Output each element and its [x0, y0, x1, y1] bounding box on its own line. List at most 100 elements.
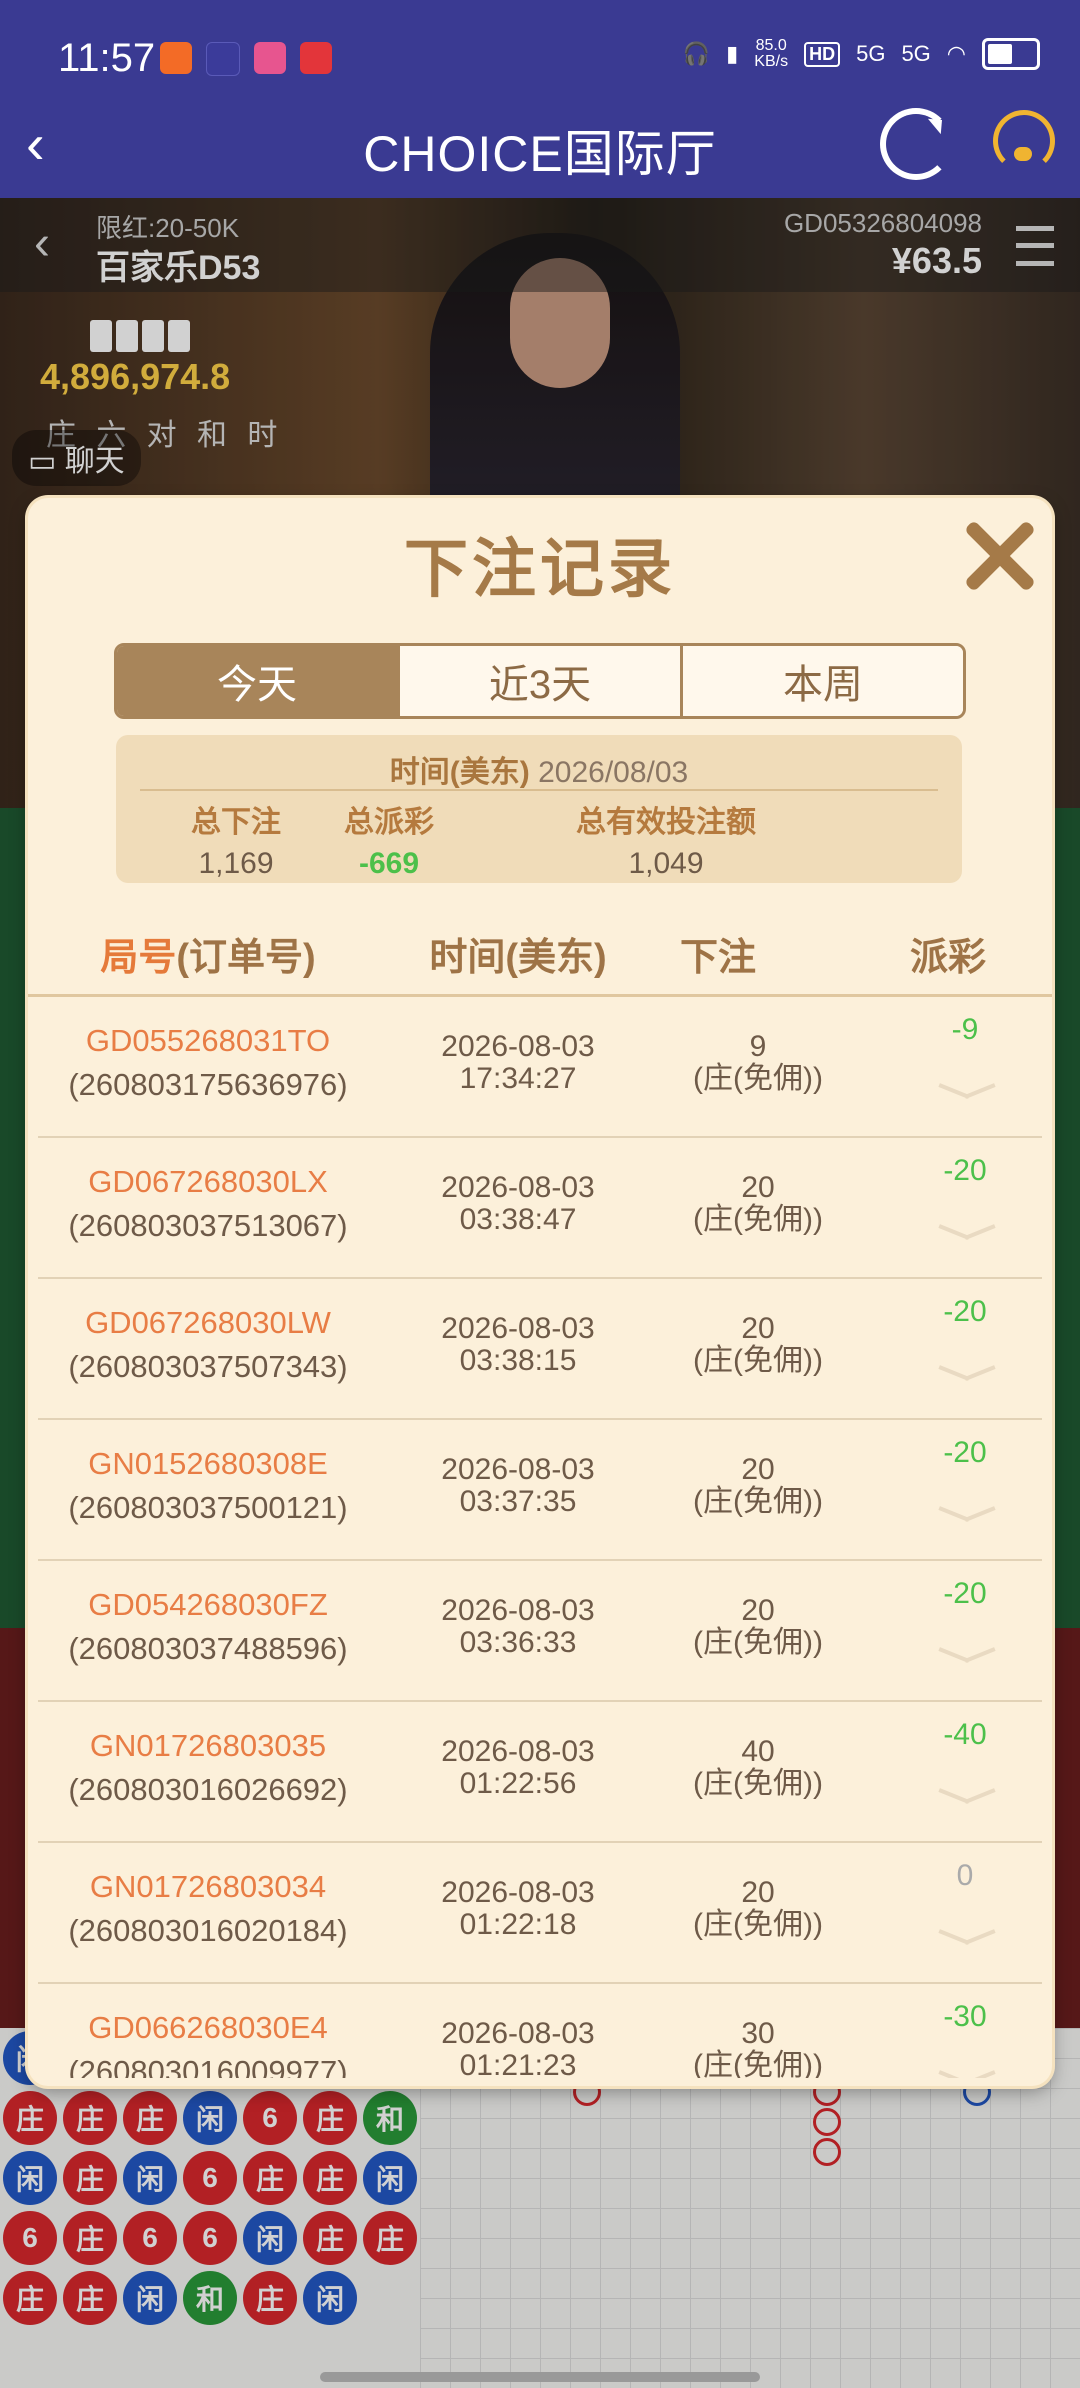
- game-number: GN01726803034: [89, 1869, 327, 1904]
- vibrate-icon: ▮: [726, 41, 739, 66]
- status-time: 11:57: [58, 36, 156, 80]
- chevron-down-icon[interactable]: [938, 2068, 994, 2078]
- bet-type: (庄(免佣)): [693, 2049, 823, 2079]
- bet-amount: 9: [749, 1030, 767, 1063]
- payout-value: -30: [943, 2000, 987, 2033]
- table-row[interactable]: GD054268030FZ (260803037488596) 2026-08-03…: [38, 1561, 1042, 1702]
- table-row[interactable]: GD066268030E4 (260803016009977) 2026-08-03…: [38, 1984, 1042, 2078]
- tab-last-3-days[interactable]: 近3天: [397, 646, 680, 716]
- app-notification-icon: [300, 42, 332, 74]
- payout-value: 0: [956, 1859, 974, 1892]
- bet-amount: 20: [741, 1876, 775, 1909]
- summary-date: 时间(美东) 2026/08/03: [389, 756, 689, 789]
- bet-cell: 20 (庄(免佣)): [608, 1313, 908, 1377]
- game-number: GD055268031TO: [85, 1023, 331, 1058]
- tab-today[interactable]: 今天: [117, 646, 397, 716]
- tab-this-week[interactable]: 本周: [680, 646, 963, 716]
- refresh-icon[interactable]: [880, 108, 952, 180]
- round-cell: GD067268030LW (260803037507343): [38, 1305, 378, 1385]
- bet-cell: 20 (庄(免佣)): [608, 1454, 908, 1518]
- payout-value: -20: [943, 1295, 987, 1328]
- hd-icon: HD: [804, 41, 841, 67]
- column-bet: 下注: [679, 937, 756, 979]
- headset-icon[interactable]: [993, 110, 1055, 172]
- table-header: 局号(订单号) 时间(美东) 下注 派彩: [28, 908, 1052, 997]
- order-number: (260803037513067): [68, 1208, 348, 1243]
- notification-icons: [160, 42, 332, 76]
- round-cell: GN01726803034 (260803016020184): [38, 1869, 378, 1949]
- payout-value: -20: [943, 1577, 987, 1610]
- table-row[interactable]: GD067268030LX (260803037513067) 2026-08-03…: [38, 1138, 1042, 1279]
- order-number: (260803037500121): [68, 1490, 348, 1525]
- game-number: GN01726803035: [89, 1728, 327, 1763]
- bet-type: (庄(免佣)): [693, 1203, 823, 1236]
- bet-amount: 20: [741, 1312, 775, 1345]
- chevron-down-icon[interactable]: [938, 1504, 994, 1526]
- modal-title: 下注记录: [404, 533, 676, 605]
- battery-icon: [982, 38, 1040, 70]
- round-cell: GD066268030E4 (260803016009977): [38, 2010, 378, 2078]
- bet-cell: 20 (庄(免佣)): [608, 1172, 908, 1236]
- total-payout: 总派彩 -669: [344, 806, 434, 880]
- divider: [140, 789, 938, 791]
- bet-type: (庄(免佣)): [693, 1767, 823, 1800]
- total-valid-bet: 总有效投注额 1,049: [576, 806, 756, 880]
- status-indicators: 🎧 ▮ 85.0 KB/s HD 5G 5G ◠: [683, 38, 1040, 70]
- round-cell: GD054268030FZ (260803037488596): [38, 1587, 378, 1667]
- order-number: (260803016020184): [68, 1913, 348, 1948]
- net-speed: 85.0 KB/s: [754, 37, 789, 70]
- signal-5g-icon: 5G: [901, 41, 931, 66]
- bet-amount: 20: [741, 1453, 775, 1486]
- table-row[interactable]: GD067268030LW (260803037507343) 2026-08-03…: [38, 1279, 1042, 1420]
- chevron-down-icon[interactable]: [938, 1786, 994, 1808]
- payout-value: -20: [943, 1436, 987, 1469]
- table-row[interactable]: GN0152680308E (260803037500121) 2026-08-03…: [38, 1420, 1042, 1561]
- chevron-down-icon[interactable]: [938, 1081, 994, 1103]
- table-row[interactable]: GN01726803035 (260803016026692) 2026-08-03…: [38, 1702, 1042, 1843]
- payout-value: -40: [943, 1718, 987, 1751]
- app-notification-icon: [160, 42, 192, 74]
- round-cell: GD067268030LX (260803037513067): [38, 1164, 378, 1244]
- bet-cell: 9 (庄(免佣)): [608, 1031, 908, 1095]
- game-number: GD066268030E4: [88, 2010, 328, 2045]
- game-number: GD067268030LX: [88, 1164, 328, 1199]
- payout-value: -9: [951, 1013, 979, 1046]
- order-number: (260803037488596): [68, 1631, 348, 1666]
- bet-cell: 20 (庄(免佣)): [608, 1595, 908, 1659]
- order-number: (260803016026692): [68, 1772, 348, 1807]
- table-row[interactable]: GN01726803034 (260803016020184) 2026-08-03…: [38, 1843, 1042, 1984]
- column-round: 局号(订单号): [100, 937, 316, 979]
- round-cell: GD055268031TO (260803175636976): [38, 1023, 378, 1103]
- bet-cell: 40 (庄(免佣)): [608, 1736, 908, 1800]
- bet-amount: 40: [741, 1735, 775, 1768]
- bet-amount: 20: [741, 1171, 775, 1204]
- game-number: GN0152680308E: [88, 1446, 328, 1481]
- date-tabs: 今天 近3天 本周: [114, 643, 966, 719]
- column-payout: 派彩: [909, 937, 986, 979]
- table-row[interactable]: GD055268031TO (260803175636976) 2026-08-03…: [38, 997, 1042, 1138]
- chevron-down-icon[interactable]: [938, 1927, 994, 1949]
- app-notification-icon: [206, 42, 240, 76]
- game-number: GD054268030FZ: [88, 1587, 328, 1622]
- app-notification-icon: [254, 42, 286, 74]
- bet-type: (庄(免佣)): [693, 1062, 823, 1095]
- wifi-icon: ◠: [946, 41, 966, 66]
- chevron-down-icon[interactable]: [938, 1222, 994, 1244]
- close-icon[interactable]: [960, 516, 1040, 596]
- bet-type: (庄(免佣)): [693, 1344, 823, 1377]
- chevron-down-icon[interactable]: [938, 1363, 994, 1385]
- bet-type: (庄(免佣)): [693, 1908, 823, 1941]
- order-number: (260803016009977): [68, 2054, 348, 2078]
- round-cell: GN01726803035 (260803016026692): [38, 1728, 378, 1808]
- round-cell: GN0152680308E (260803037500121): [38, 1446, 378, 1526]
- bet-type: (庄(免佣)): [693, 1626, 823, 1659]
- bet-cell: 30 (庄(免佣)): [608, 2017, 908, 2079]
- summary-panel: 时间(美东) 2026/08/03 总下注 1,169 总派彩 -669 总有效…: [116, 735, 962, 883]
- chevron-down-icon[interactable]: [938, 1645, 994, 1667]
- headphones-icon: 🎧: [682, 41, 711, 66]
- bet-amount: 30: [741, 2017, 775, 2050]
- signal-5g-icon: 5G: [856, 41, 886, 66]
- order-number: (260803037507343): [68, 1349, 348, 1384]
- app-header: ‹ CHOICE国际厅: [0, 98, 1080, 198]
- bet-cell: 20 (庄(免佣)): [608, 1877, 908, 1941]
